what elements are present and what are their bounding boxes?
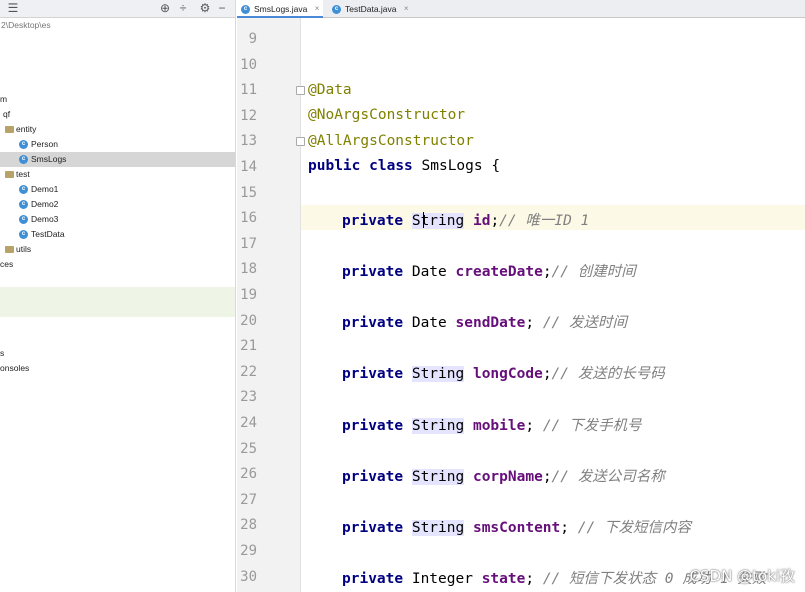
java-class-icon: c xyxy=(241,5,250,14)
menu-icon[interactable]: ☰ xyxy=(6,1,20,15)
line-number: 20 xyxy=(240,312,257,329)
tab-smslogs[interactable]: c SmsLogs.java × xyxy=(237,0,324,18)
line-number: 18 xyxy=(240,261,257,278)
line-number-gutter: 9 10 11 12 13 14 15 16 17 18 19 20 21 22 23 24 25 26 27 28 2… xyxy=(237,18,301,592)
folder-icon xyxy=(5,126,14,133)
fold-marker-icon[interactable] xyxy=(296,137,305,146)
tree-item-qf[interactable]: qf xyxy=(0,107,235,122)
line-number: 21 xyxy=(240,338,257,355)
code-line-22: private String longCode;// 发送的长号码 xyxy=(342,366,665,382)
line-number: 19 xyxy=(240,287,257,303)
text-caret xyxy=(423,212,424,228)
line-number: 28 xyxy=(240,517,257,534)
line-number: 16 xyxy=(240,210,257,227)
close-icon[interactable]: × xyxy=(315,0,320,18)
line-number: 9 xyxy=(248,31,257,47)
line-number: 11 xyxy=(240,82,257,99)
tree-item-m[interactable]: m xyxy=(0,92,235,107)
tree-item-test[interactable]: test xyxy=(0,167,235,182)
tree-item-demo2[interactable]: c Demo2 xyxy=(0,197,235,212)
tree-item-resources[interactable]: ces xyxy=(0,257,235,272)
close-icon[interactable]: × xyxy=(404,0,409,18)
code-line-20: private Date sendDate; // 发送时间 xyxy=(342,315,628,331)
collapse-all-icon[interactable]: ÷ xyxy=(176,1,190,15)
project-panel: ☰ ⊕ ÷ ⚙ − 2\Desktop\es m qf entity c Per… xyxy=(0,0,236,592)
code-line-26: private String corpName;// 发送公司名称 xyxy=(342,469,665,485)
tree-item-consoles[interactable]: onsoles xyxy=(0,361,235,376)
code-line-28: private String smsContent; // 下发短信内容 xyxy=(342,520,691,536)
line-number: 24 xyxy=(240,415,257,431)
line-number: 30 xyxy=(240,568,257,585)
tree-item-entity[interactable]: entity xyxy=(0,122,235,137)
line-number: 10 xyxy=(240,56,257,73)
folder-icon xyxy=(5,171,14,178)
hide-panel-icon[interactable]: − xyxy=(215,1,229,15)
java-class-icon: c xyxy=(19,185,28,194)
tree-item-libraries[interactable]: s xyxy=(0,346,235,361)
java-class-icon: c xyxy=(19,155,28,164)
tree-item-demo3[interactable]: c Demo3 xyxy=(0,212,235,227)
code-editor: c SmsLogs.java × c TestData.java × 9 10 11… xyxy=(237,0,805,592)
tree-item-highlight[interactable] xyxy=(0,302,235,317)
code-line-14: public class SmsLogs { xyxy=(308,158,501,174)
java-class-icon: c xyxy=(332,5,341,14)
code-line-11: @Data xyxy=(308,82,352,98)
gear-icon[interactable]: ⚙ xyxy=(198,1,212,15)
tree-item-utils[interactable]: utils xyxy=(0,242,235,257)
code-line-12: @NoArgsConstructor xyxy=(308,107,466,123)
line-number: 22 xyxy=(240,363,257,380)
tree-item-testdata[interactable]: c TestData xyxy=(0,227,235,242)
java-class-icon: c xyxy=(19,200,28,209)
line-number: 26 xyxy=(240,466,257,483)
java-class-icon: c xyxy=(19,215,28,224)
project-path: 2\Desktop\es xyxy=(1,20,51,30)
watermark: CSDN @toki孜 xyxy=(689,567,795,585)
line-number: 23 xyxy=(240,389,257,406)
code-line-16: private String id;// 唯一ID 1 xyxy=(342,213,590,229)
code-line-13: @AllArgsConstructor xyxy=(308,133,474,149)
line-number: 13 xyxy=(240,133,257,150)
line-number: 17 xyxy=(240,235,257,252)
editor-tabbar: c SmsLogs.java × c TestData.java × xyxy=(237,0,805,18)
code-line-18: private Date createDate;// 创建时间 xyxy=(342,264,636,280)
line-number: 27 xyxy=(240,491,257,508)
code-area[interactable]: @Data @NoArgsConstructor @AllArgsConstru… xyxy=(302,18,805,592)
project-toolbar: ☰ ⊕ ÷ ⚙ − xyxy=(0,0,235,18)
fold-marker-icon[interactable] xyxy=(296,86,305,95)
tree-item-person[interactable]: c Person xyxy=(0,137,235,152)
line-number: 14 xyxy=(240,159,257,175)
line-number: 12 xyxy=(240,107,257,124)
line-number: 29 xyxy=(240,543,257,559)
line-number: 25 xyxy=(240,440,257,457)
code-line-24: private String mobile; // 下发手机号 xyxy=(342,418,642,434)
java-class-icon: c xyxy=(19,230,28,239)
tree-item-demo1[interactable]: c Demo1 xyxy=(0,182,235,197)
tab-testdata[interactable]: c TestData.java × xyxy=(328,0,413,18)
java-class-icon: c xyxy=(19,140,28,149)
locate-target-icon[interactable]: ⊕ xyxy=(158,1,172,15)
tree-item-smslogs[interactable]: c SmsLogs xyxy=(0,152,235,167)
folder-icon xyxy=(5,246,14,253)
line-number: 15 xyxy=(240,184,257,201)
tree-item-highlight[interactable] xyxy=(0,287,235,302)
